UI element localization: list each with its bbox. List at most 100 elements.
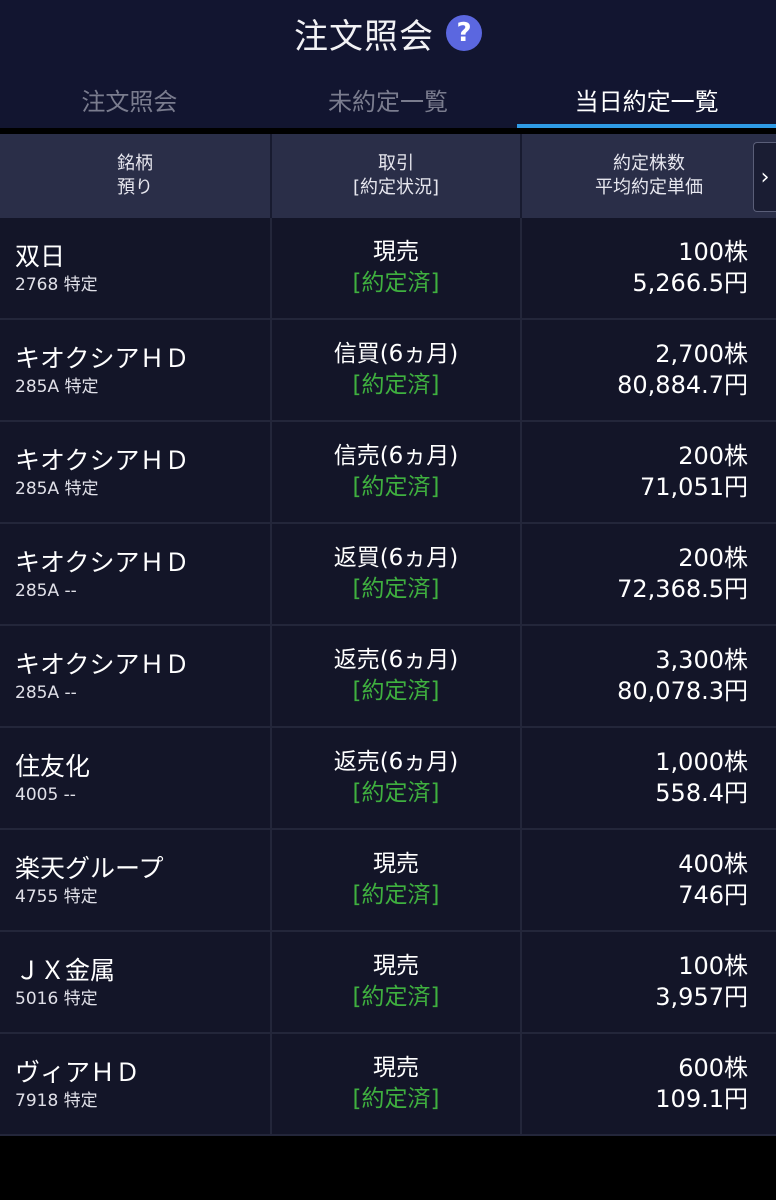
stock-code: 5016 特定 — [15, 989, 98, 1009]
trade-cell: 返売(6ヵ月) [約定済] — [272, 728, 522, 828]
executed-quantity: 400株 — [678, 850, 748, 878]
tab-unexecuted-list[interactable]: 未約定一覧 — [259, 70, 518, 128]
table-row[interactable]: 住友化 4005 -- 返売(6ヵ月) [約定済] 1,000株 558.4円 — [0, 728, 776, 830]
executed-quantity: 1,000株 — [655, 748, 748, 776]
trade-cell: 現売 [約定済] — [272, 830, 522, 930]
stock-cell: ヴィアＨＤ 7918 特定 — [0, 1034, 272, 1134]
quantity-cell: 100株 5,266.5円 — [522, 218, 776, 318]
header-quantity-column[interactable]: 約定株数 平均約定単価 — [522, 134, 776, 218]
header-status-label: [約定状況] — [352, 177, 440, 198]
table-row[interactable]: キオクシアＨＤ 285A 特定 信売(6ヵ月) [約定済] 200株 71,05… — [0, 422, 776, 524]
average-price: 558.4円 — [655, 779, 748, 807]
average-price: 5,266.5円 — [632, 269, 748, 297]
executed-quantity: 3,300株 — [655, 646, 748, 674]
stock-name: 住友化 — [15, 752, 91, 781]
header-custody-label: 預り — [117, 177, 153, 198]
trade-cell: 返売(6ヵ月) [約定済] — [272, 626, 522, 726]
trade-type: 返売(6ヵ月) — [333, 647, 459, 673]
table-row[interactable]: キオクシアＨＤ 285A -- 返売(6ヵ月) [約定済] 3,300株 80,… — [0, 626, 776, 728]
trade-cell: 現売 [約定済] — [272, 218, 522, 318]
stock-name: ＪＸ金属 — [15, 956, 116, 985]
header-avg-price-label: 平均約定単価 — [595, 177, 703, 198]
average-price: 746円 — [678, 881, 748, 909]
quantity-cell: 200株 72,368.5円 — [522, 524, 776, 624]
header-stock-column[interactable]: 銘柄 預り — [0, 134, 272, 218]
table-row[interactable]: 双日 2768 特定 現売 [約定済] 100株 5,266.5円 — [0, 218, 776, 320]
trade-cell: 信売(6ヵ月) [約定済] — [272, 422, 522, 522]
quantity-cell: 400株 746円 — [522, 830, 776, 930]
execution-status: [約定済] — [352, 270, 440, 296]
header-trade-column[interactable]: 取引 [約定状況] — [272, 134, 522, 218]
stock-name: キオクシアＨＤ — [15, 650, 190, 679]
tab-bar: 注文照会 未約定一覧 当日約定一覧 — [0, 70, 776, 128]
stock-cell: 住友化 4005 -- — [0, 728, 272, 828]
average-price: 3,957円 — [655, 983, 748, 1011]
page-title: 注文照会 — [294, 16, 434, 57]
execution-status: [約定済] — [352, 984, 440, 1010]
average-price: 71,051円 — [640, 473, 748, 501]
stock-cell: キオクシアＨＤ 285A 特定 — [0, 422, 272, 522]
trade-type: 現売 — [373, 851, 419, 877]
executed-quantity: 600株 — [678, 1054, 748, 1082]
quantity-cell: 2,700株 80,884.7円 — [522, 320, 776, 420]
tab-today-executed-list[interactable]: 当日約定一覧 — [517, 70, 776, 128]
execution-list: 双日 2768 特定 現売 [約定済] 100株 5,266.5円 キオクシアＨ… — [0, 218, 776, 1136]
chevron-right-icon[interactable]: › — [753, 142, 776, 212]
table-row[interactable]: キオクシアＨＤ 285A -- 返買(6ヵ月) [約定済] 200株 72,36… — [0, 524, 776, 626]
table-row[interactable]: ＪＸ金属 5016 特定 現売 [約定済] 100株 3,957円 — [0, 932, 776, 1034]
stock-code: 4005 -- — [15, 785, 76, 805]
execution-status: [約定済] — [352, 882, 440, 908]
stock-name: キオクシアＨＤ — [15, 548, 190, 577]
execution-status: [約定済] — [352, 474, 440, 500]
table-row[interactable]: キオクシアＨＤ 285A 特定 信買(6ヵ月) [約定済] 2,700株 80,… — [0, 320, 776, 422]
header-trade-label: 取引 — [378, 153, 414, 174]
stock-name: キオクシアＨＤ — [15, 446, 190, 475]
table-row[interactable]: ヴィアＨＤ 7918 特定 現売 [約定済] 600株 109.1円 — [0, 1034, 776, 1136]
stock-code: 285A -- — [15, 581, 77, 601]
table-row[interactable]: 楽天グループ 4755 特定 現売 [約定済] 400株 746円 — [0, 830, 776, 932]
stock-code: 285A 特定 — [15, 377, 99, 397]
trade-cell: 現売 [約定済] — [272, 932, 522, 1032]
tab-order-inquiry[interactable]: 注文照会 — [0, 70, 259, 128]
stock-name: 楽天グループ — [15, 854, 164, 883]
average-price: 80,078.3円 — [617, 677, 748, 705]
execution-status: [約定済] — [352, 678, 440, 704]
header-stock-label: 銘柄 — [117, 153, 153, 174]
stock-cell: 双日 2768 特定 — [0, 218, 272, 318]
executed-quantity: 2,700株 — [655, 340, 748, 368]
trade-cell: 現売 [約定済] — [272, 1034, 522, 1134]
execution-status: [約定済] — [352, 576, 440, 602]
quantity-cell: 200株 71,051円 — [522, 422, 776, 522]
executed-quantity: 200株 — [678, 442, 748, 470]
header-quantity-label: 約定株数 — [613, 153, 685, 174]
trade-type: 現売 — [373, 953, 419, 979]
stock-cell: 楽天グループ 4755 特定 — [0, 830, 272, 930]
stock-cell: キオクシアＨＤ 285A -- — [0, 524, 272, 624]
trade-type: 信買(6ヵ月) — [333, 341, 459, 367]
trade-type: 返買(6ヵ月) — [333, 545, 459, 571]
stock-code: 7918 特定 — [15, 1091, 98, 1111]
trade-type: 返売(6ヵ月) — [333, 749, 459, 775]
executed-quantity: 100株 — [678, 952, 748, 980]
average-price: 80,884.7円 — [617, 371, 748, 399]
trade-cell: 返買(6ヵ月) [約定済] — [272, 524, 522, 624]
stock-code: 285A 特定 — [15, 479, 99, 499]
header-bar: 注文照会 ? 注文照会 未約定一覧 当日約定一覧 — [0, 0, 776, 128]
stock-cell: ＪＸ金属 5016 特定 — [0, 932, 272, 1032]
executed-quantity: 200株 — [678, 544, 748, 572]
stock-code: 285A -- — [15, 683, 77, 703]
quantity-cell: 100株 3,957円 — [522, 932, 776, 1032]
quantity-cell: 1,000株 558.4円 — [522, 728, 776, 828]
execution-status: [約定済] — [352, 1086, 440, 1112]
quantity-cell: 3,300株 80,078.3円 — [522, 626, 776, 726]
quantity-cell: 600株 109.1円 — [522, 1034, 776, 1134]
trade-type: 現売 — [373, 239, 419, 265]
help-question-icon[interactable]: ? — [446, 15, 482, 51]
stock-code: 2768 特定 — [15, 275, 98, 295]
title-row: 注文照会 ? — [0, 0, 776, 66]
trade-cell: 信買(6ヵ月) [約定済] — [272, 320, 522, 420]
stock-code: 4755 特定 — [15, 887, 98, 907]
execution-status: [約定済] — [352, 372, 440, 398]
average-price: 109.1円 — [655, 1085, 748, 1113]
execution-status: [約定済] — [352, 780, 440, 806]
